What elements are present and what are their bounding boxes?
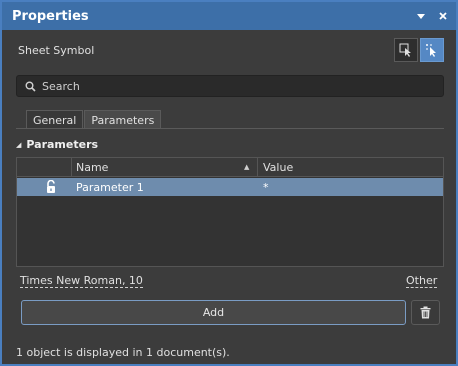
select-filter-icon bbox=[399, 43, 411, 57]
tab-bar: General Parameters bbox=[26, 110, 162, 129]
sort-ascending-icon: ▲ bbox=[244, 163, 250, 171]
search-icon bbox=[25, 81, 36, 92]
select-cursor-button[interactable] bbox=[420, 38, 444, 62]
status-text: 1 object is displayed in 1 document(s). bbox=[16, 346, 230, 359]
object-type-row: Sheet Symbol bbox=[2, 32, 456, 70]
parameters-section-header[interactable]: ◢ Parameters bbox=[16, 138, 98, 151]
table-row[interactable]: Parameter 1 * bbox=[17, 178, 443, 196]
tab-parameters[interactable]: Parameters bbox=[84, 110, 162, 129]
object-type-label: Sheet Symbol bbox=[18, 44, 95, 57]
grid-header: Name ▲ Value bbox=[17, 158, 443, 177]
close-icon[interactable] bbox=[434, 7, 452, 25]
tab-divider bbox=[16, 128, 444, 129]
add-parameter-button[interactable]: Add bbox=[21, 300, 406, 325]
delete-parameter-button[interactable] bbox=[411, 300, 440, 325]
unlock-icon[interactable] bbox=[45, 180, 57, 194]
column-separator[interactable] bbox=[257, 158, 258, 177]
cursor-select-icon bbox=[426, 44, 436, 57]
trash-icon bbox=[420, 306, 431, 319]
column-header-value[interactable]: Value bbox=[263, 161, 293, 174]
search-placeholder: Search bbox=[42, 79, 80, 93]
select-filter-button[interactable] bbox=[394, 38, 418, 62]
section-title: Parameters bbox=[26, 138, 99, 151]
search-input[interactable]: Search bbox=[16, 75, 444, 97]
parameter-value[interactable]: * bbox=[263, 181, 269, 194]
font-selector-link[interactable]: Times New Roman, 10 bbox=[20, 274, 143, 288]
panel-titlebar[interactable]: Properties bbox=[2, 2, 456, 30]
collapse-triangle-icon[interactable]: ◢ bbox=[16, 141, 21, 149]
dropdown-pin-icon[interactable] bbox=[412, 7, 430, 25]
column-header-name[interactable]: Name bbox=[76, 161, 108, 174]
other-link[interactable]: Other bbox=[406, 274, 438, 288]
parameters-grid: Name ▲ Value Parameter 1 * bbox=[16, 157, 444, 267]
parameter-name[interactable]: Parameter 1 bbox=[76, 181, 144, 194]
properties-panel: Properties Sheet Symbol Search General P… bbox=[0, 0, 458, 366]
column-separator[interactable] bbox=[71, 158, 72, 177]
tab-general[interactable]: General bbox=[26, 110, 84, 129]
panel-title: Properties bbox=[12, 8, 89, 24]
